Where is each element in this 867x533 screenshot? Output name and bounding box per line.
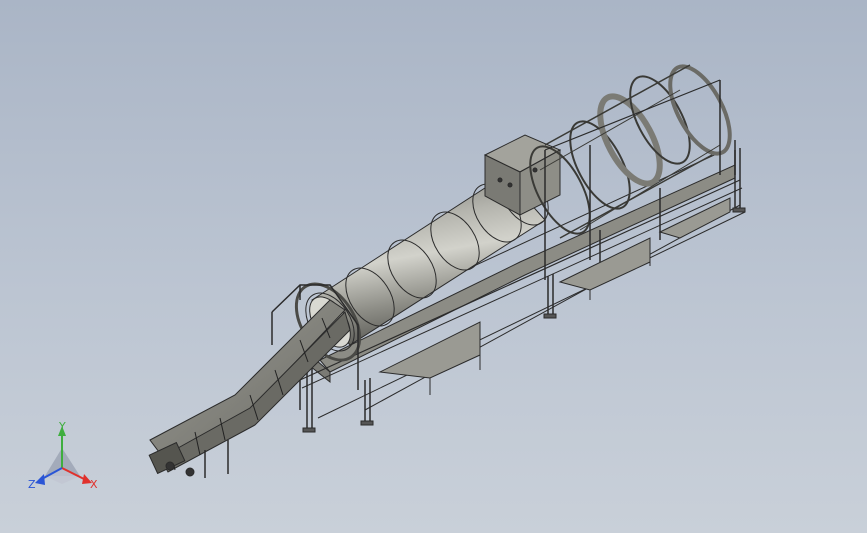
y-axis-label: Y: [58, 420, 66, 433]
x-axis-label: X: [90, 478, 98, 491]
feed-conveyor: [148, 299, 351, 478]
machine-drawing: Y X Z: [28, 64, 746, 491]
z-axis-label: Z: [28, 478, 36, 491]
cad-viewport[interactable]: Y X Z: [0, 0, 867, 533]
orientation-triad[interactable]: Y X Z: [28, 420, 98, 491]
